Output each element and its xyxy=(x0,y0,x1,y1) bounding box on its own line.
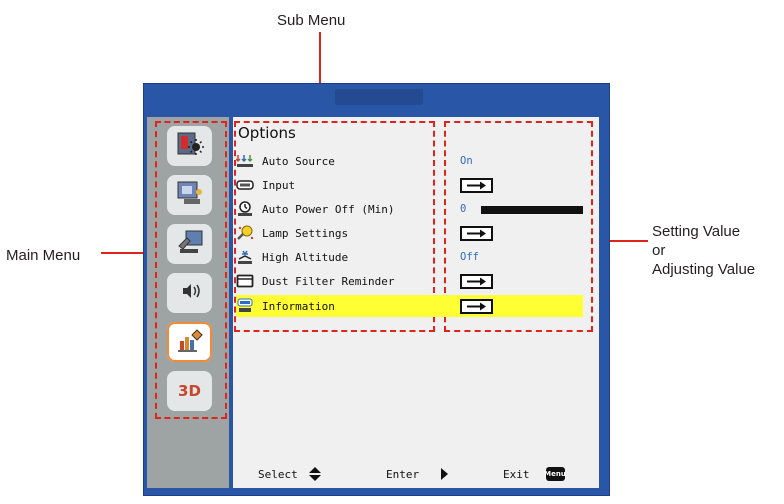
input-enter-button[interactable] xyxy=(460,178,493,193)
arrow-right-icon xyxy=(466,225,488,243)
sub-menu-item-dust-filter-reminder[interactable]: Dust Filter Reminder xyxy=(236,271,434,291)
sub-menu-item-lamp-settings[interactable]: Lamp Settings xyxy=(236,223,434,243)
setting-value-callout-line3: Adjusting Value xyxy=(652,261,756,278)
main-menu-callout-line xyxy=(101,252,149,254)
sub-menu-item-input[interactable]: Input xyxy=(236,175,434,195)
up-down-icon xyxy=(308,466,322,482)
sub-menu-item-high-altitude[interactable]: High Altitude xyxy=(236,247,434,267)
main-menu-dashed-box xyxy=(155,121,227,419)
footer-exit: Exit Menu xyxy=(503,465,566,483)
sub-menu-title: Options xyxy=(238,124,296,142)
footer-exit-label: Exit xyxy=(503,467,530,481)
sub-menu-item-label: High Altitude xyxy=(262,250,349,264)
osd-title-slot xyxy=(335,89,423,105)
lamp-icon xyxy=(236,225,254,241)
sub-menu-item-label: Dust Filter Reminder xyxy=(262,274,395,288)
altitude-icon xyxy=(236,249,254,265)
arrow-right-icon xyxy=(466,177,488,195)
footer-select-label: Select xyxy=(258,467,298,481)
menu-key-icon: Menu xyxy=(544,467,566,481)
footer-enter: Enter xyxy=(386,465,449,483)
auto-power-off-value: 0 xyxy=(460,203,467,215)
footer-select: Select xyxy=(258,465,322,483)
sub-menu-item-label: Input xyxy=(262,178,296,192)
auto-power-off-slider[interactable] xyxy=(481,206,583,214)
power-timer-icon xyxy=(236,201,254,217)
sub-menu-item-auto-source[interactable]: Auto Source xyxy=(236,151,434,171)
main-menu-callout-label: Main Menu xyxy=(6,247,81,264)
high-altitude-value[interactable]: Off xyxy=(460,251,479,263)
sub-menu-item-label: Information xyxy=(262,299,335,313)
sub-menu-item-auto-power-off[interactable]: Auto Power Off (Min) xyxy=(236,199,434,219)
lamp-settings-enter-button[interactable] xyxy=(460,226,493,241)
dust-filter-enter-button[interactable] xyxy=(460,274,493,289)
sub-menu-callout-label: Sub Menu xyxy=(277,12,346,29)
auto-source-value[interactable]: On xyxy=(460,155,473,167)
sub-menu-item-label: Lamp Settings xyxy=(262,226,349,240)
sub-menu-item-information[interactable]: Information xyxy=(236,296,434,316)
footer-enter-label: Enter xyxy=(386,467,420,481)
input-icon xyxy=(236,177,254,193)
arrow-right-icon xyxy=(466,298,488,316)
play-right-icon xyxy=(439,467,449,481)
sub-menu-item-label: Auto Power Off (Min) xyxy=(262,202,395,216)
arrow-right-icon xyxy=(466,273,488,291)
sub-menu-item-label: Auto Source xyxy=(262,154,335,168)
setting-value-callout-line1: Setting Value xyxy=(652,223,741,240)
setting-value-callout-line2: or xyxy=(652,242,666,259)
filter-icon xyxy=(236,273,254,289)
information-enter-button[interactable] xyxy=(460,299,493,314)
info-icon xyxy=(236,298,254,314)
auto-source-icon xyxy=(236,153,254,169)
